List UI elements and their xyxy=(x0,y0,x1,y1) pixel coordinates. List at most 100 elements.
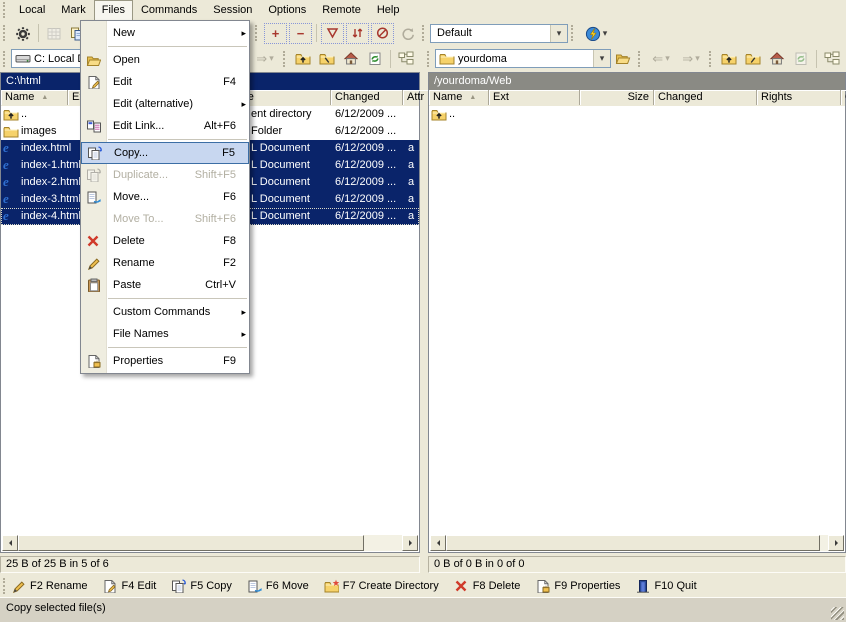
toolbar-grip[interactable] xyxy=(571,25,576,41)
remote-refresh-button[interactable] xyxy=(789,48,813,70)
menu-item-edit[interactable]: Edit F4 xyxy=(81,71,249,93)
fn-create-directory-button[interactable]: F7 Create Directory xyxy=(324,579,439,593)
menu-item-move-to[interactable]: Move To... Shift+F6 xyxy=(81,208,249,230)
menu-item-edit-link[interactable]: Edit Link... Alt+F6 xyxy=(81,115,249,137)
drive-icon xyxy=(15,51,31,66)
fnbar-grip[interactable] xyxy=(3,578,8,594)
menu-item-rename[interactable]: Rename F2 xyxy=(81,252,249,274)
fn-quit-button[interactable]: F10 Quit xyxy=(635,579,696,593)
remote-open-dir-button[interactable] xyxy=(611,48,635,70)
menu-mark[interactable]: Mark xyxy=(53,1,93,19)
local-forward-button[interactable]: ⇒ ▾ xyxy=(250,48,280,70)
toolbar-grip[interactable] xyxy=(283,51,288,67)
menu-item-delete[interactable]: Delete F8 xyxy=(81,230,249,252)
remote-home-dir-button[interactable] xyxy=(765,48,789,70)
remote-back-button[interactable]: ⇐ ▾ xyxy=(646,48,676,70)
column-header-name[interactable]: Name▲ xyxy=(1,90,68,105)
scroll-right-button[interactable] xyxy=(828,535,844,551)
toolbar-grip[interactable] xyxy=(709,51,714,67)
toolbar-grip[interactable] xyxy=(422,25,427,41)
chevron-down-icon: ▾ xyxy=(665,53,670,64)
local-tree-button[interactable] xyxy=(394,48,418,70)
chevron-down-icon: ▾ xyxy=(269,53,274,64)
column-header-size[interactable]: Size xyxy=(580,90,654,105)
menu-item-duplicate[interactable]: Duplicate... Shift+F5 xyxy=(81,164,249,186)
scroll-left-button[interactable] xyxy=(2,535,18,551)
session-profile-combo[interactable]: Default ▾ xyxy=(430,24,568,43)
fn-rename-button[interactable]: F2 Rename xyxy=(11,579,87,593)
fn-copy-button[interactable]: F5 Copy xyxy=(171,579,232,593)
disable-sync-button[interactable] xyxy=(371,23,394,44)
toolbar-grip[interactable] xyxy=(255,25,260,41)
chevron-down-icon[interactable]: ▾ xyxy=(550,25,567,42)
connect-session-button[interactable]: ▾ xyxy=(579,22,613,44)
remote-root-dir-button[interactable] xyxy=(741,48,765,70)
local-horizontal-scrollbar[interactable] xyxy=(2,535,418,551)
menubar-grip[interactable] xyxy=(3,2,8,18)
menu-item-paste[interactable]: Paste Ctrl+V xyxy=(81,274,249,296)
menu-item-move[interactable]: Move... F6 xyxy=(81,186,249,208)
column-header-name[interactable]: Name▲ xyxy=(429,90,489,105)
menu-item-open[interactable]: Open xyxy=(81,49,249,71)
local-refresh-button[interactable] xyxy=(363,48,387,70)
local-home-dir-button[interactable] xyxy=(339,48,363,70)
toolbar-grip[interactable] xyxy=(427,51,432,67)
toolbar-grip[interactable] xyxy=(3,51,8,67)
chevron-down-icon[interactable]: ▾ xyxy=(603,28,608,39)
menu-item-copy[interactable]: Copy... F5 xyxy=(81,142,249,164)
properties-icon xyxy=(535,579,550,593)
column-header-rights[interactable]: Rights xyxy=(757,90,841,105)
fn-properties-button[interactable]: F9 Properties xyxy=(535,579,620,593)
menu-item-new[interactable]: New ▸ xyxy=(81,22,249,44)
queue-button[interactable] xyxy=(42,22,66,44)
toolbar-grip[interactable] xyxy=(3,25,8,41)
chevron-down-icon[interactable]: ▾ xyxy=(593,50,610,67)
home-icon xyxy=(343,51,359,66)
resize-grip[interactable] xyxy=(831,607,844,620)
filter-button[interactable] xyxy=(321,23,344,44)
add-to-synchronize-button[interactable]: + xyxy=(264,23,287,44)
file-row-parent[interactable]: .. xyxy=(429,106,845,123)
column-header-changed[interactable]: Changed xyxy=(654,90,757,105)
menu-session[interactable]: Session xyxy=(205,1,260,19)
file-changed: 6/12/2009 ... xyxy=(335,210,396,222)
remote-dir-combo[interactable]: yourdoma ▾ xyxy=(435,49,611,68)
menu-item-custom-commands[interactable]: Custom Commands ▸ xyxy=(81,301,249,323)
file-attr: a xyxy=(408,193,414,205)
scroll-left-icon xyxy=(6,540,12,546)
menu-item-edit-alternative[interactable]: Edit (alternative) ▸ xyxy=(81,93,249,115)
local-parent-dir-button[interactable] xyxy=(291,48,315,70)
menu-commands[interactable]: Commands xyxy=(133,1,205,19)
remote-tree-button[interactable] xyxy=(820,48,844,70)
remove-from-synchronize-button[interactable]: − xyxy=(289,23,312,44)
fn-edit-button[interactable]: F4 Edit xyxy=(102,579,156,593)
refresh-disabled-button[interactable] xyxy=(395,22,419,44)
synchronize-button[interactable] xyxy=(346,23,369,44)
remote-horizontal-scrollbar[interactable] xyxy=(430,535,844,551)
toolbar-grip[interactable] xyxy=(638,51,643,67)
menu-item-properties[interactable]: Properties F9 xyxy=(81,350,249,372)
column-header-changed[interactable]: Changed xyxy=(331,90,403,105)
menu-remote[interactable]: Remote xyxy=(314,1,369,19)
menu-help[interactable]: Help xyxy=(369,1,408,19)
remote-parent-dir-button[interactable] xyxy=(717,48,741,70)
menu-item-file-names[interactable]: File Names ▸ xyxy=(81,323,249,345)
remote-path-bar[interactable]: /yourdoma/Web xyxy=(429,73,845,90)
scroll-thumb[interactable] xyxy=(18,535,364,551)
scroll-track[interactable] xyxy=(820,535,828,551)
preferences-button[interactable] xyxy=(11,22,35,44)
fn-delete-button[interactable]: F8 Delete xyxy=(454,579,521,593)
local-status-bar: 25 B of 25 B in 5 of 6 xyxy=(0,556,420,573)
menu-files[interactable]: Files xyxy=(94,0,133,20)
column-header-ext[interactable]: Ext xyxy=(489,90,580,105)
menu-options[interactable]: Options xyxy=(260,1,314,19)
menu-local[interactable]: Local xyxy=(11,1,53,19)
column-header-owner[interactable]: Owner xyxy=(841,90,846,105)
scroll-thumb[interactable] xyxy=(446,535,820,551)
scroll-left-button[interactable] xyxy=(430,535,446,551)
scroll-right-button[interactable] xyxy=(402,535,418,551)
scroll-track[interactable] xyxy=(364,535,402,551)
fn-move-button[interactable]: F6 Move xyxy=(247,579,309,593)
local-root-dir-button[interactable] xyxy=(315,48,339,70)
remote-forward-button[interactable]: ⇒ ▾ xyxy=(676,48,706,70)
